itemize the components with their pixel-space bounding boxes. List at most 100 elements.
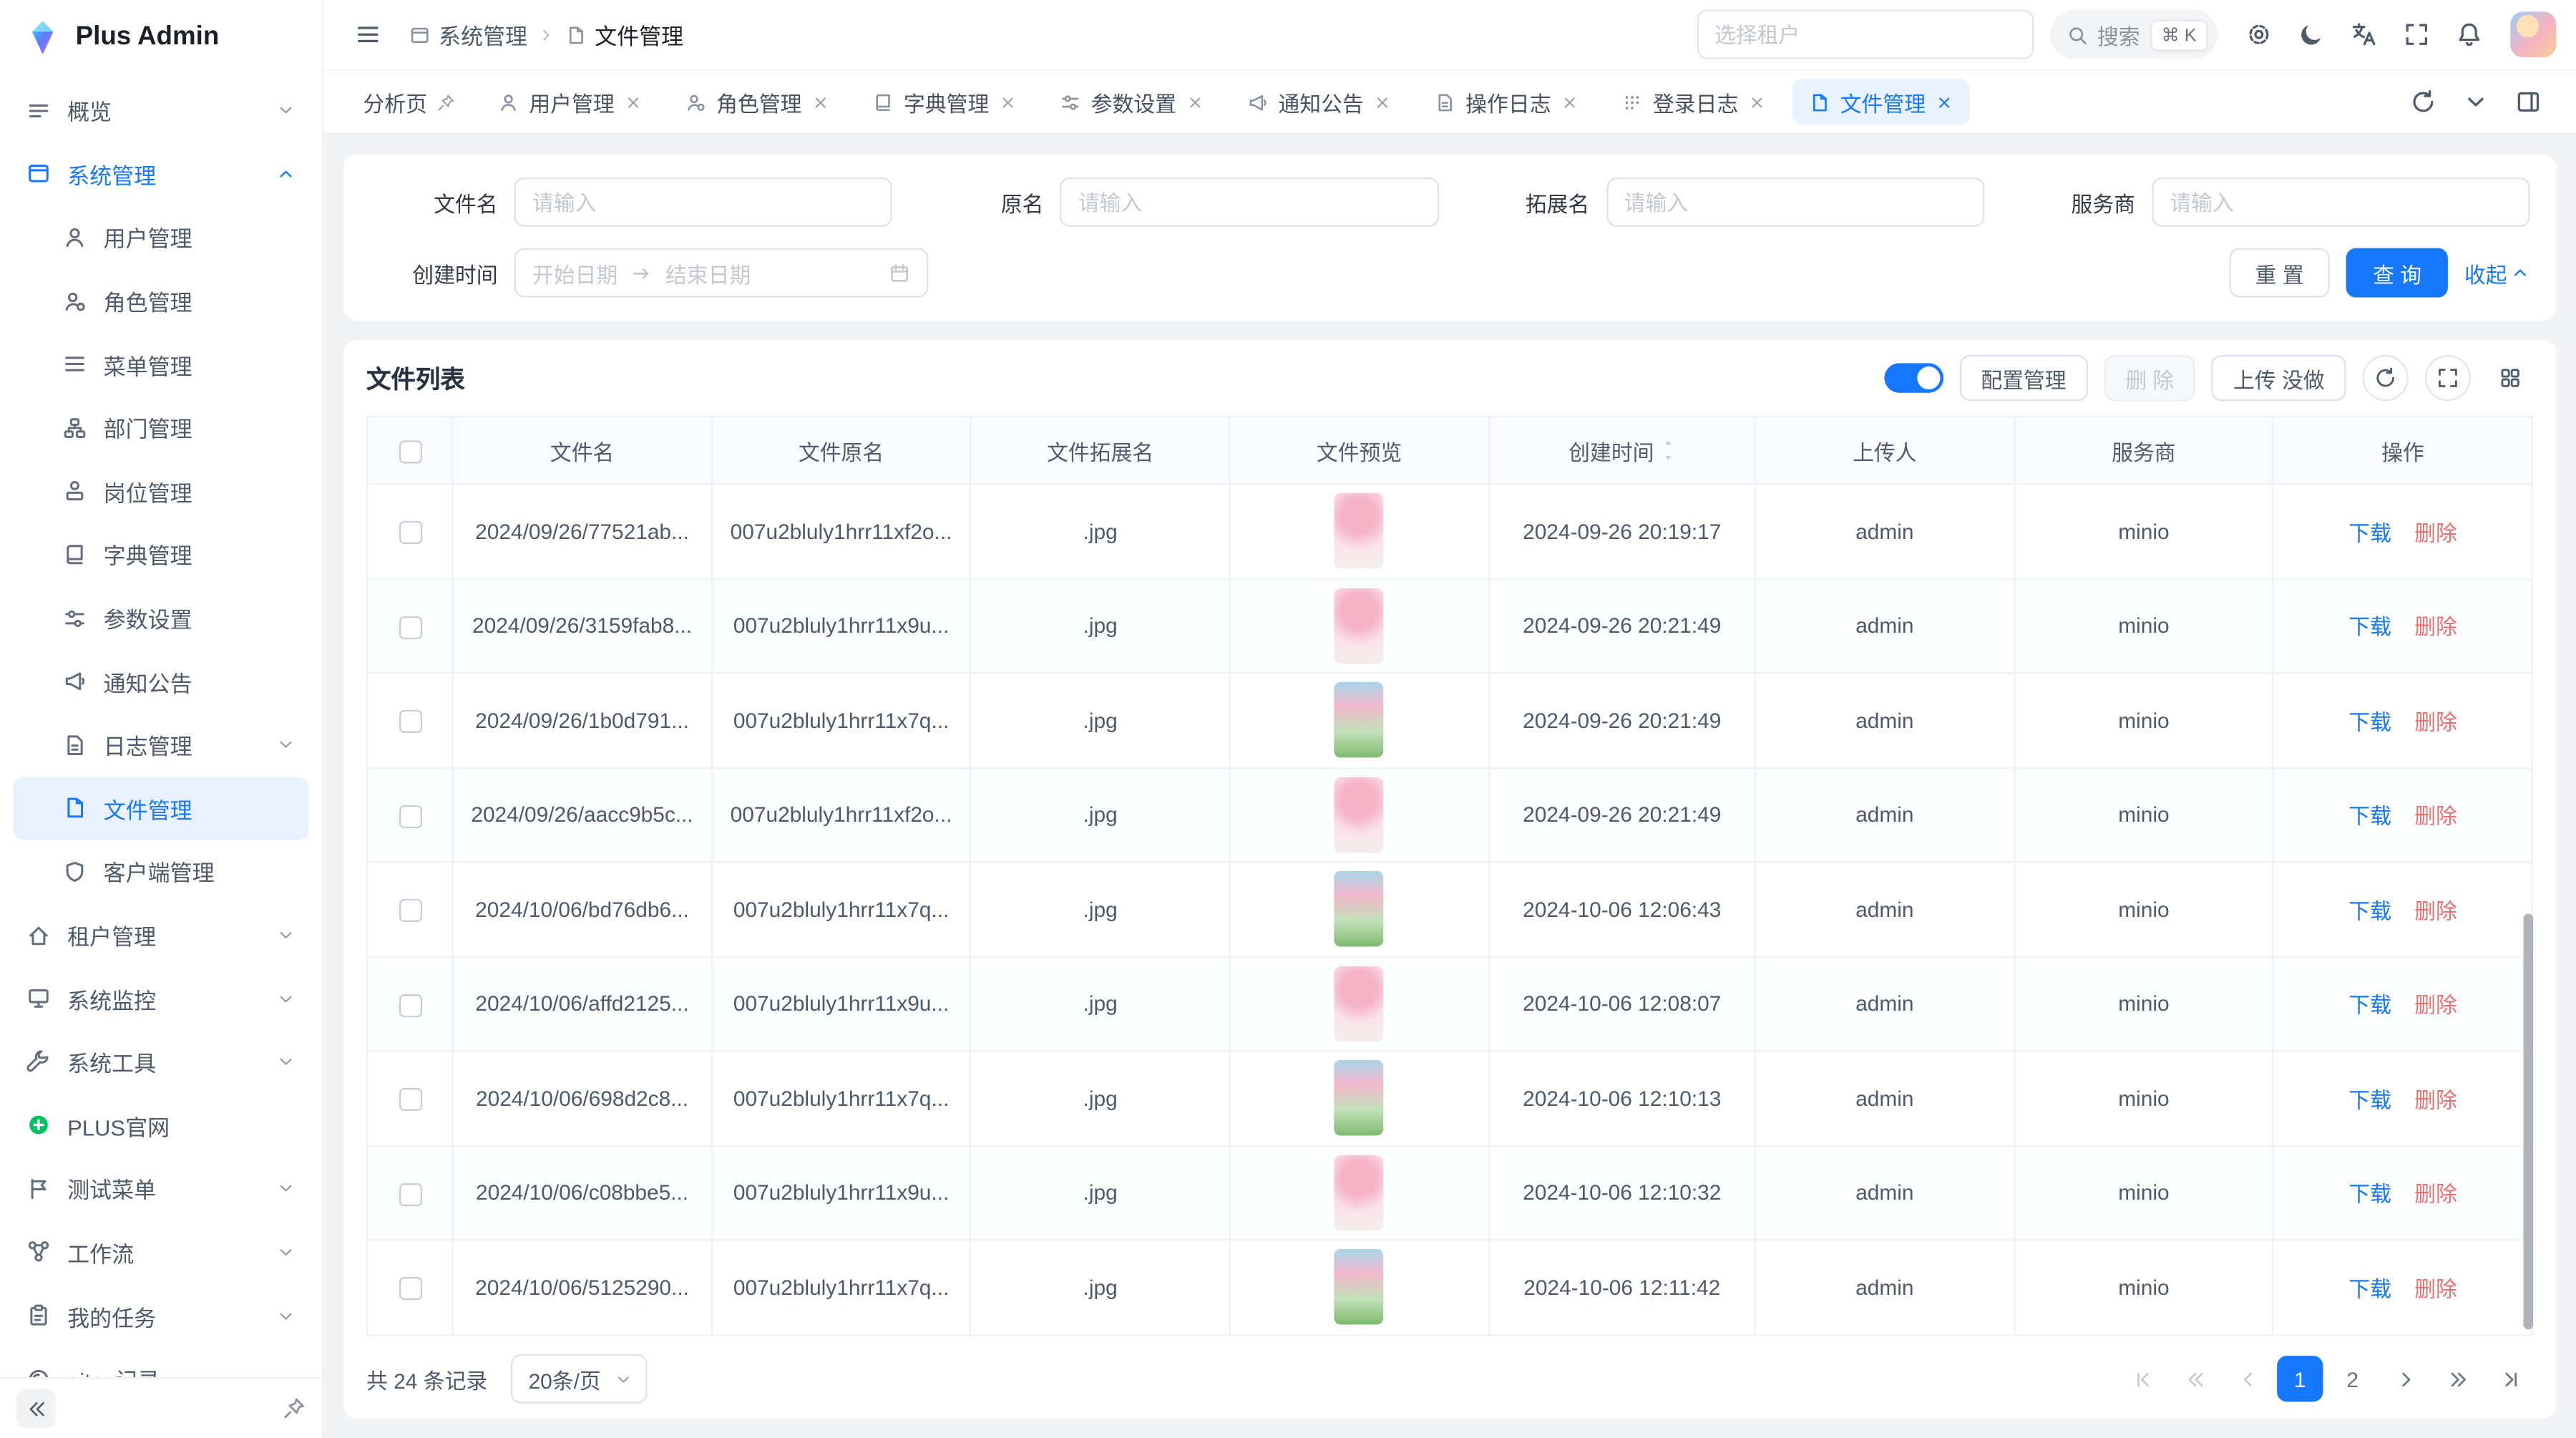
tenant-select[interactable] <box>1697 10 2034 59</box>
row-checkbox[interactable] <box>399 1277 421 1300</box>
row-checkbox[interactable] <box>399 521 421 544</box>
delete-link[interactable]: 删除 <box>2414 1276 2457 1301</box>
column-header[interactable]: 创建时间 <box>1489 417 1755 484</box>
row-checkbox[interactable] <box>399 1182 421 1205</box>
close-icon[interactable] <box>625 93 643 111</box>
row-checkbox[interactable] <box>399 805 421 827</box>
delete-link[interactable]: 删除 <box>2414 520 2457 545</box>
delete-link[interactable]: 删除 <box>2414 615 2457 639</box>
sidebar-item-gitee[interactable]: gitee记录 <box>13 1347 308 1377</box>
file-preview-thumbnail[interactable] <box>1335 966 1384 1041</box>
download-link[interactable]: 下载 <box>2348 1276 2391 1301</box>
file-preview-thumbnail[interactable] <box>1335 1155 1384 1230</box>
row-checkbox[interactable] <box>399 710 421 733</box>
sidebar-item-post[interactable]: 岗位管理 <box>13 460 308 523</box>
delete-link[interactable]: 删除 <box>2414 709 2457 734</box>
tab-role[interactable]: 角色管理 <box>669 79 847 125</box>
sidebar-item-client[interactable]: 客户端管理 <box>13 840 308 904</box>
sidebar-item-workflow[interactable]: 工作流 <box>13 1220 308 1284</box>
sidebar-item-file[interactable]: 文件管理 <box>13 777 308 840</box>
search-visibility-toggle[interactable] <box>1884 363 1943 392</box>
fullscreen-button[interactable] <box>2392 10 2441 59</box>
row-checkbox[interactable] <box>399 899 421 922</box>
table-fullscreen-button[interactable] <box>2425 355 2471 401</box>
close-icon[interactable] <box>1374 93 1392 111</box>
page-size-select[interactable]: 20条/页 <box>510 1354 647 1404</box>
sidebar-item-plus-site[interactable]: PLUS官网 <box>13 1094 308 1157</box>
file-preview-thumbnail[interactable] <box>1335 777 1384 852</box>
date-range-picker[interactable]: 开始日期 结束日期 <box>514 248 929 298</box>
pagination-next[interactable] <box>2382 1356 2428 1401</box>
pagination-fast-prev[interactable] <box>2172 1356 2218 1401</box>
download-link[interactable]: 下载 <box>2348 615 2391 639</box>
sidebar-item-user[interactable]: 用户管理 <box>13 205 308 269</box>
download-link[interactable]: 下载 <box>2348 1182 2391 1206</box>
sidebar-item-overview[interactable]: 概览 <box>13 79 308 142</box>
file-preview-thumbnail[interactable] <box>1335 871 1384 947</box>
download-link[interactable]: 下载 <box>2348 1087 2391 1112</box>
sidebar-collapse-button[interactable] <box>16 1389 56 1428</box>
close-icon[interactable] <box>1561 93 1579 111</box>
query-button[interactable]: 查 询 <box>2346 248 2447 298</box>
sidebar-item-dict[interactable]: 字典管理 <box>13 523 308 586</box>
avatar[interactable] <box>2510 11 2556 57</box>
tab-user[interactable]: 用户管理 <box>482 79 659 125</box>
locale-button[interactable] <box>2339 10 2389 59</box>
file-preview-thumbnail[interactable] <box>1335 682 1384 758</box>
tab-param[interactable]: 参数设置 <box>1043 79 1221 125</box>
config-manage-button[interactable]: 配置管理 <box>1959 355 2087 401</box>
sidebar-item-task[interactable]: 我的任务 <box>13 1284 308 1348</box>
notifications-button[interactable] <box>2444 10 2494 59</box>
delete-button[interactable]: 删 除 <box>2104 355 2195 401</box>
select-all-checkbox[interactable] <box>399 440 421 463</box>
sidebar-item-dept[interactable]: 部门管理 <box>13 396 308 460</box>
pagination-first[interactable] <box>2119 1356 2165 1401</box>
content-layout-button[interactable] <box>2504 77 2553 127</box>
delete-link[interactable]: 删除 <box>2414 993 2457 1017</box>
close-icon[interactable] <box>1748 93 1766 111</box>
download-link[interactable]: 下载 <box>2348 898 2391 923</box>
sidebar-item-test[interactable]: 测试菜单 <box>13 1157 308 1221</box>
breadcrumb-item-file[interactable]: 文件管理 <box>565 18 683 51</box>
column-settings-button[interactable] <box>2487 355 2533 401</box>
sidebar-pin-icon[interactable] <box>283 1397 306 1420</box>
theme-button[interactable] <box>2287 10 2336 59</box>
close-icon[interactable] <box>811 93 829 111</box>
upload-button[interactable]: 上传 没做 <box>2212 355 2346 401</box>
download-link[interactable]: 下载 <box>2348 804 2391 828</box>
origin-name-input[interactable] <box>1060 178 1438 227</box>
delete-link[interactable]: 删除 <box>2414 1087 2457 1112</box>
download-link[interactable]: 下载 <box>2348 709 2391 734</box>
sidebar-item-notice[interactable]: 通知公告 <box>13 650 308 714</box>
table-scrollbar-thumb[interactable] <box>2524 915 2534 1331</box>
file-preview-thumbnail[interactable] <box>1335 1060 1384 1136</box>
pagination-prev[interactable] <box>2225 1356 2270 1401</box>
close-icon[interactable] <box>1936 93 1953 111</box>
menu-toggle-button[interactable] <box>343 10 393 59</box>
sidebar-item-tenant[interactable]: 租户管理 <box>13 903 308 967</box>
delete-link[interactable]: 删除 <box>2414 1182 2457 1206</box>
pagination-fast-next[interactable] <box>2435 1356 2481 1401</box>
delete-link[interactable]: 删除 <box>2414 804 2457 828</box>
sidebar-item-system[interactable]: 系统管理 <box>13 142 308 206</box>
tab-analysis[interactable]: 分析页 <box>346 79 472 125</box>
sidebar-item-log[interactable]: 日志管理 <box>13 713 308 777</box>
file-preview-thumbnail[interactable] <box>1335 1249 1384 1325</box>
tabs-more-button[interactable] <box>2451 77 2501 127</box>
collapse-search-link[interactable]: 收起 <box>2464 257 2530 288</box>
pagination-page-2[interactable]: 2 <box>2330 1356 2376 1401</box>
refresh-table-button[interactable] <box>2363 355 2409 401</box>
pin-icon[interactable] <box>437 93 455 111</box>
pagination-page-1[interactable]: 1 <box>2277 1356 2323 1401</box>
file-preview-thumbnail[interactable] <box>1335 493 1384 569</box>
sidebar-item-role[interactable]: 角色管理 <box>13 269 308 333</box>
refresh-tab-button[interactable] <box>2399 77 2448 127</box>
tab-notice[interactable]: 通知公告 <box>1231 79 1408 125</box>
tab-login-log[interactable]: 登录日志 <box>1605 79 1782 125</box>
provider-input[interactable] <box>2152 178 2530 227</box>
pagination-last[interactable] <box>2487 1356 2533 1401</box>
row-checkbox[interactable] <box>399 616 421 638</box>
sort-carets[interactable] <box>1661 439 1676 462</box>
filename-input[interactable] <box>514 178 893 227</box>
breadcrumb-item-system[interactable]: 系统管理 <box>409 18 527 51</box>
